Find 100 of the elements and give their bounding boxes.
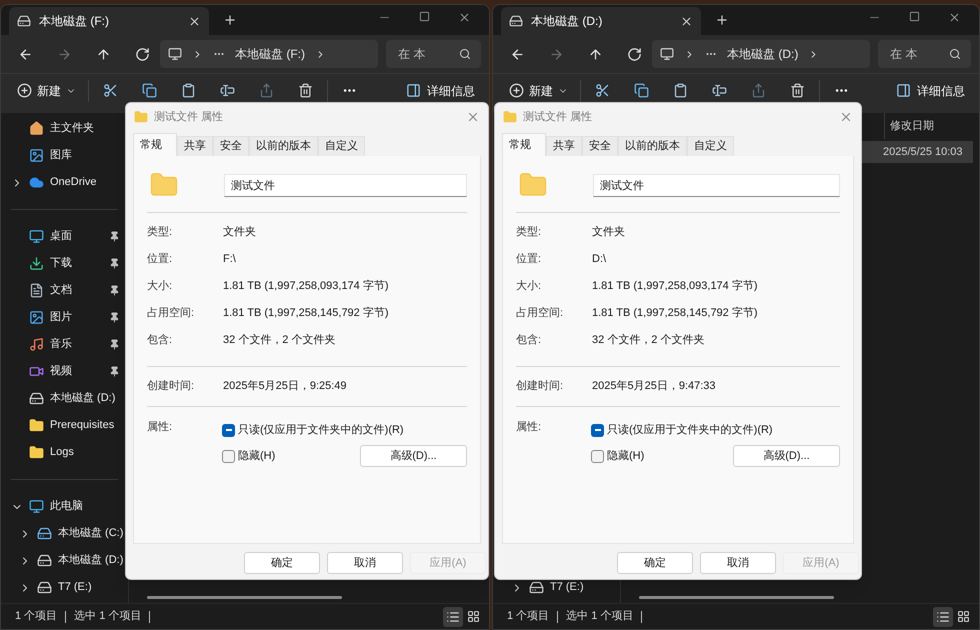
share-icon[interactable] xyxy=(259,83,274,98)
browser-tab[interactable]: 本地磁盘 (D:) xyxy=(501,7,701,35)
checkbox[interactable] xyxy=(222,424,235,436)
advanced-button[interactable]: 高级(D)... xyxy=(733,445,840,467)
field-label: 类型: xyxy=(147,225,174,240)
sidebar-item[interactable]: 主文件夹 xyxy=(1,115,128,142)
sidebar-item[interactable]: Logs xyxy=(1,439,128,466)
dialog-tab[interactable]: 自定义 xyxy=(687,136,734,156)
sidebar-item[interactable]: 图片 xyxy=(1,304,128,331)
drive-icon xyxy=(37,580,52,595)
up-icon[interactable] xyxy=(96,46,111,62)
drive-icon xyxy=(37,526,52,541)
checkbox[interactable] xyxy=(591,450,604,462)
cloud-icon xyxy=(29,175,44,190)
sidebar-item[interactable]: 桌面 xyxy=(1,223,128,250)
sidebar-item[interactable]: OneDrive xyxy=(1,169,128,196)
details-button[interactable]: 详细信息 xyxy=(896,82,965,100)
computer-icon xyxy=(168,47,182,61)
dialog-title: 测试文件 属性 xyxy=(523,110,594,125)
close-icon[interactable] xyxy=(948,11,961,24)
sidebar-item[interactable]: 此电脑 xyxy=(1,493,128,520)
delete-icon[interactable] xyxy=(790,83,805,98)
paste-icon[interactable] xyxy=(181,83,196,98)
checkbox[interactable] xyxy=(591,424,604,436)
new-tab-icon[interactable] xyxy=(223,13,237,27)
dialog-tab[interactable]: 常规 xyxy=(502,133,546,156)
search-icon xyxy=(949,48,961,60)
forward-icon[interactable] xyxy=(57,46,72,62)
drive-icon xyxy=(37,553,52,568)
field-value: 2025年5月25日，9:25:49 xyxy=(223,379,347,394)
sidebar-item[interactable]: 视频 xyxy=(1,358,128,385)
cut-icon[interactable] xyxy=(103,83,118,98)
drive-icon xyxy=(529,580,544,595)
refresh-icon[interactable] xyxy=(627,46,642,62)
column-header[interactable]: 修改日期 xyxy=(884,113,979,139)
list-view-button[interactable] xyxy=(443,606,463,626)
maximize-icon[interactable] xyxy=(909,11,920,22)
dialog-tab[interactable]: 共享 xyxy=(177,136,213,156)
sidebar-item[interactable]: T7 (E:) xyxy=(1,574,128,601)
back-icon[interactable] xyxy=(510,46,525,62)
forward-icon[interactable] xyxy=(549,46,564,62)
refresh-icon[interactable] xyxy=(135,46,150,62)
dialog-tab[interactable]: 安全 xyxy=(213,136,249,156)
dialog-button[interactable]: 取消 xyxy=(700,552,776,574)
rename-icon[interactable] xyxy=(220,83,235,98)
image-icon xyxy=(29,310,44,325)
dialog-tab[interactable]: 安全 xyxy=(582,136,618,156)
copy-icon[interactable] xyxy=(634,83,649,98)
status-text: 1 个项目 xyxy=(15,609,58,624)
dialog-tab[interactable]: 共享 xyxy=(546,136,582,156)
dialog-button[interactable]: 确定 xyxy=(617,552,693,574)
plus-icon xyxy=(509,83,524,98)
sidebar-item[interactable]: 本地磁盘 (C:) xyxy=(1,520,128,547)
folder-icon xyxy=(29,445,44,460)
cut-icon[interactable] xyxy=(595,83,610,98)
search-field[interactable]: 在 本 xyxy=(878,40,971,68)
sidebar-item[interactable]: 本地磁盘 (D:) xyxy=(1,547,128,574)
checkbox[interactable] xyxy=(222,450,235,462)
sidebar-item[interactable]: 下载 xyxy=(1,250,128,277)
share-icon[interactable] xyxy=(751,83,766,98)
dialog-tab[interactable]: 以前的版本 xyxy=(249,136,318,156)
sidebar-item[interactable]: Prerequisites xyxy=(1,412,128,439)
paste-icon[interactable] xyxy=(673,83,688,98)
advanced-button[interactable]: 高级(D)... xyxy=(360,445,467,467)
new-button[interactable]: 新建 xyxy=(509,82,568,100)
browser-tab[interactable]: 本地磁盘 (F:) xyxy=(9,7,209,35)
up-icon[interactable] xyxy=(588,46,603,62)
new-tab-icon[interactable] xyxy=(715,13,729,27)
back-icon[interactable] xyxy=(18,46,33,62)
grid-icon xyxy=(466,610,480,623)
dialog-button[interactable]: 取消 xyxy=(327,552,403,574)
dialog-tab[interactable]: 常规 xyxy=(133,133,177,156)
address-bar[interactable]: 本地磁盘 (D:) xyxy=(652,40,870,68)
sidebar-item[interactable]: T7 (E:) xyxy=(493,574,620,601)
delete-icon[interactable] xyxy=(298,83,313,98)
panel-icon xyxy=(896,83,911,98)
rename-icon[interactable] xyxy=(712,83,727,98)
status-text: 选中 1 个项目 xyxy=(566,609,634,624)
dialog-button[interactable]: 确定 xyxy=(244,552,320,574)
maximize-icon[interactable] xyxy=(419,11,430,22)
sidebar-item[interactable]: 图库 xyxy=(1,142,128,169)
close-icon[interactable] xyxy=(458,11,471,24)
list-view-button[interactable] xyxy=(933,606,953,626)
copy-icon[interactable] xyxy=(142,83,157,98)
sidebar-item[interactable]: 音乐 xyxy=(1,331,128,358)
name-field[interactable]: 测试文件 xyxy=(593,174,840,196)
details-button[interactable]: 详细信息 xyxy=(406,82,475,100)
sidebar-item[interactable]: 文档 xyxy=(1,277,128,304)
close-icon[interactable] xyxy=(188,14,201,28)
search-field[interactable]: 在 本 xyxy=(386,40,481,68)
dialog-title: 测试文件 属性 xyxy=(154,110,224,125)
table-cell-text: 2025/5/25 10:03 xyxy=(883,144,964,160)
dialog-tab[interactable]: 自定义 xyxy=(318,136,365,156)
new-button[interactable]: 新建 xyxy=(17,82,76,100)
dialog-tab[interactable]: 以前的版本 xyxy=(618,136,687,156)
sidebar-item[interactable]: 本地磁盘 (D:) xyxy=(1,385,128,412)
field-label: 大小: xyxy=(147,279,174,294)
name-field[interactable]: 测试文件 xyxy=(224,174,467,196)
close-icon[interactable] xyxy=(680,14,693,28)
address-bar[interactable]: 本地磁盘 (F:) xyxy=(160,40,378,68)
